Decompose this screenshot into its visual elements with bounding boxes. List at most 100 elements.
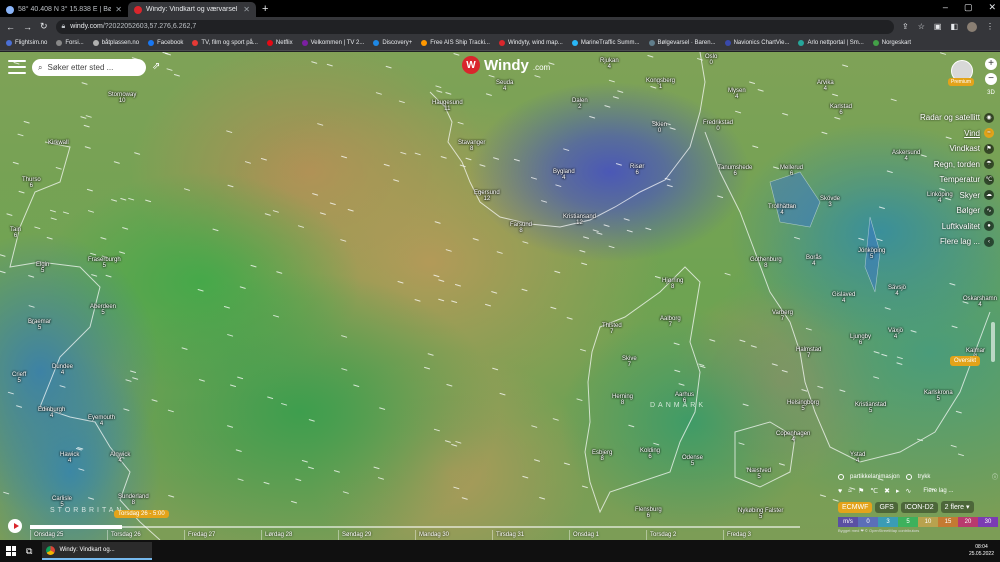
system-clock[interactable]: 08:04 25.05.2022 [969,544,994,558]
place-label[interactable]: Ystad 4 [850,452,865,464]
reload-icon[interactable]: ↻ [40,21,48,32]
place-label[interactable]: Kristianstad 5 [855,402,886,414]
place-label[interactable]: Kirkwall [48,140,69,146]
place-label[interactable]: Arvika 4 [817,80,834,92]
gust-layer-icon[interactable]: ⚑ [858,487,864,495]
place-label[interactable]: Odense 5 [682,455,703,467]
place-label[interactable]: Gislaved 4 [832,292,855,304]
place-label[interactable]: Haugesund 11 [432,100,463,112]
extensions-icon[interactable]: ◧ [950,22,958,32]
layer-item[interactable]: Vind ≈ [914,126,994,142]
info-icon[interactable]: ⓘ [992,472,998,481]
place-label[interactable]: Fraserburgh 5 [88,257,121,269]
place-label[interactable]: Thisted 7 [602,323,622,335]
place-label[interactable]: Fredrikstad 0 [703,120,733,132]
timeline-day[interactable]: Onsdag 25 [30,530,107,540]
place-label[interactable]: Trollhättan 4 [768,204,796,216]
place-label[interactable]: Næstved 5 [747,468,771,480]
bookmark-star-icon[interactable]: ☆ [918,22,925,32]
browser-tab[interactable]: 58° 40.408 N 3° 15.838 E | Bølge...✕ [0,2,128,17]
browser-tab[interactable]: Windy: Vindkart og værvarsel ✕ [128,2,256,17]
place-label[interactable]: Stornoway 10 [108,92,136,104]
place-label[interactable]: Bygland 4 [553,169,575,181]
particle-animation-checkbox[interactable] [838,473,844,480]
wind-map[interactable]: Stornoway 10 Kirkwall Thurso 6 Tain 6 Fraserbur… [0,52,1000,540]
task-view-icon[interactable]: ⧉ [26,546,32,557]
search-input[interactable]: ⌕ Søker etter sted ... [32,59,146,76]
place-label[interactable]: Edinburgh 4 [38,407,65,419]
place-label[interactable]: Jönköping 5 [858,248,885,260]
layer-scrollbar[interactable] [991,322,995,362]
timeline-progress[interactable] [30,525,123,529]
place-label[interactable]: Ljungby 6 [850,334,871,346]
layer-item[interactable]: Bølger ∿ [914,203,994,219]
share-icon[interactable]: ⇗ [152,61,165,73]
bookmark-item[interactable]: Flightsim.no [6,40,47,46]
place-label[interactable]: Risør 6 [630,164,644,176]
bookmark-item[interactable]: Navionics ChartVie... [724,40,789,46]
windy-logo[interactable]: W Windy .com [462,56,550,74]
place-label[interactable]: Sunderland 8 [118,494,149,506]
layer-item[interactable]: Skyer ☁ [914,188,994,204]
place-label[interactable]: Braemar 5 [28,319,51,331]
layer-item[interactable]: Regn, torden ☂ [914,157,994,173]
bookmark-item[interactable]: Facebook [148,40,183,46]
place-label[interactable]: Crieff 5 [12,372,26,384]
bookmark-item[interactable]: Norgeskart [872,40,911,46]
timeline-day[interactable]: Onsdag 1 [569,530,646,540]
profile-avatar[interactable] [967,21,977,32]
close-window-button[interactable]: ✕ [988,2,996,13]
place-label[interactable]: Dundee 4 [52,364,73,376]
place-label[interactable]: Aalborg 7 [660,316,681,328]
place-label[interactable]: Skive 7 [622,356,637,368]
timeline-day[interactable]: Mandag 30 [415,530,492,540]
bookmark-item[interactable]: Bølgevarsel · Baren... [648,40,716,46]
menu-kebab-icon[interactable]: ⋮ [986,22,994,32]
current-time-badge[interactable]: Torsdag 26 - 5:00 [114,510,169,518]
layer-item[interactable]: Luftkvalitet ● [914,219,994,235]
place-label[interactable]: Kongsberg 1 [646,78,675,90]
heart-icon[interactable]: ♥ [838,488,842,495]
place-label[interactable]: Sävsjö 4 [888,285,906,297]
bookmark-item[interactable]: Windyty, wind map... [498,40,563,46]
thermometer-small-icon[interactable]: ℃ [870,487,878,495]
new-tab-button[interactable]: + [262,2,268,17]
3d-toggle[interactable]: 3D [985,88,997,100]
timeline-day[interactable]: Tirsdag 31 [492,530,569,540]
play-small-icon[interactable]: ▸ [896,487,900,495]
place-label[interactable]: Oskarshamn 4 [963,296,997,308]
waves-small-icon[interactable]: ∿ [906,487,912,495]
place-label[interactable]: Kristiansand 12 [563,214,596,226]
place-label[interactable]: Växjö 4 [888,328,903,340]
place-label[interactable]: Kolding 6 [640,448,660,460]
layer-item[interactable]: Flere lag ... ‹ [914,234,994,250]
place-label[interactable]: Eyemouth 4 [88,415,115,427]
bookmark-item[interactable]: Netflix [266,40,293,46]
zoom-out-button[interactable]: − [985,73,997,85]
place-label[interactable]: Elgin 5 [36,262,49,274]
place-label[interactable]: Helsingborg 5 [787,400,819,412]
place-label[interactable]: Stavanger 8 [458,140,485,152]
close-small-icon[interactable]: ✖ [884,487,890,495]
layer-item[interactable]: Temperatur ℃ [914,172,994,188]
place-label[interactable]: Oslo 0 [705,54,717,66]
place-label[interactable]: Seuda 4 [496,80,513,92]
place-label[interactable]: Hawick 4 [60,452,79,464]
main-menu-button[interactable] [8,60,26,74]
more-layers-link[interactable]: Flere lag ... [923,488,953,494]
place-label[interactable]: Mysen 4 [728,88,746,100]
place-label[interactable]: Skövde 3 [820,196,840,208]
model-option[interactable]: 2 flere ▾ [940,501,974,513]
sidepanel-icon[interactable]: ▣ [934,22,942,32]
pressure-checkbox[interactable] [905,473,912,480]
place-label[interactable]: Dalen 2 [572,98,588,110]
timeline-day[interactable]: Søndag 29 [338,530,415,540]
place-label[interactable]: Copenhagen 4 [776,431,810,443]
tab-close-icon[interactable]: ✕ [115,5,122,14]
place-label[interactable]: Farsund 8 [510,222,532,234]
model-option[interactable]: ICON-D2 [900,501,938,513]
place-label[interactable]: Skien 0 [652,122,667,134]
zoom-in-button[interactable]: + [985,58,997,70]
premium-badge[interactable]: Premium [948,78,975,86]
place-label[interactable]: Karlstad 6 [830,104,852,116]
